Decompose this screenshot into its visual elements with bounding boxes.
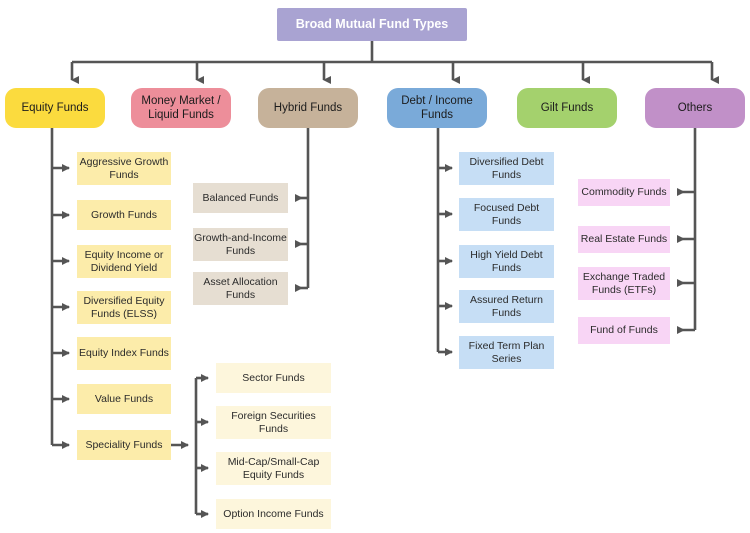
leaf-node-equity-index-funds[interactable]: Equity Index Funds xyxy=(77,337,171,370)
leaf-node-commodity-funds[interactable]: Commodity Funds xyxy=(578,179,670,206)
leaf-node-balanced-funds[interactable]: Balanced Funds xyxy=(193,183,288,213)
leaf-node-option-income-funds[interactable]: Option Income Funds xyxy=(216,499,331,529)
root-node[interactable]: Broad Mutual Fund Types xyxy=(277,8,467,41)
leaf-node-foreign-securities-funds[interactable]: Foreign Securities Funds xyxy=(216,406,331,439)
leaf-node-aggressive-growth-funds[interactable]: Aggressive Growth Funds xyxy=(77,152,171,185)
leaf-node-exchange-traded-funds-etfs[interactable]: Exchange Traded Funds (ETFs) xyxy=(578,267,670,300)
leaf-node-high-yield-debt-funds[interactable]: High Yield Debt Funds xyxy=(459,245,554,278)
leaf-node-mid-cap-small-cap-equity-funds[interactable]: Mid-Cap/Small-Cap Equity Funds xyxy=(216,452,331,485)
leaf-node-real-estate-funds[interactable]: Real Estate Funds xyxy=(578,226,670,253)
leaf-node-fund-of-funds[interactable]: Fund of Funds xyxy=(578,317,670,344)
leaf-node-value-funds[interactable]: Value Funds xyxy=(77,384,171,414)
leaf-node-assured-return-funds[interactable]: Assured Return Funds xyxy=(459,290,554,323)
leaf-node-diversified-debt-funds[interactable]: Diversified Debt Funds xyxy=(459,152,554,185)
leaf-node-focused-debt-funds[interactable]: Focused Debt Funds xyxy=(459,198,554,231)
leaf-node-sector-funds[interactable]: Sector Funds xyxy=(216,363,331,393)
category-node-debt-income-funds[interactable]: Debt / Income Funds xyxy=(387,88,487,128)
leaf-node-fixed-term-plan-series[interactable]: Fixed Term Plan Series xyxy=(459,336,554,369)
leaf-node-asset-allocation-funds[interactable]: Asset Allocation Funds xyxy=(193,272,288,305)
category-node-gilt-funds[interactable]: Gilt Funds xyxy=(517,88,617,128)
category-node-equity-funds[interactable]: Equity Funds xyxy=(5,88,105,128)
leaf-node-growth-and-income-funds[interactable]: Growth-and-Income Funds xyxy=(193,228,288,261)
leaf-node-growth-funds[interactable]: Growth Funds xyxy=(77,200,171,230)
diagram-canvas: Broad Mutual Fund Types Equity Funds Mon… xyxy=(0,0,750,533)
category-node-hybrid-funds[interactable]: Hybrid Funds xyxy=(258,88,358,128)
leaf-node-diversified-equity-funds-elss[interactable]: Diversified Equity Funds (ELSS) xyxy=(77,291,171,324)
category-node-money-market-liquid-funds[interactable]: Money Market / Liquid Funds xyxy=(131,88,231,128)
leaf-node-speciality-funds[interactable]: Speciality Funds xyxy=(77,430,171,460)
leaf-node-equity-income-or-dividend-yield[interactable]: Equity Income or Dividend Yield xyxy=(77,245,171,278)
category-node-others[interactable]: Others xyxy=(645,88,745,128)
